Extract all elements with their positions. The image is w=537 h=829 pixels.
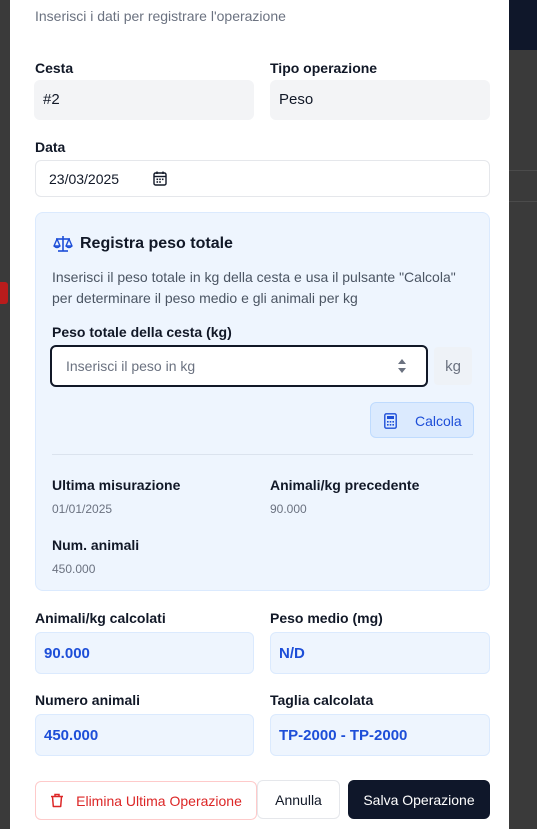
backdrop-row <box>509 170 537 202</box>
weigh-panel: Registra peso totale Inserisci il peso t… <box>35 212 490 591</box>
calculate-button[interactable]: Calcola <box>370 402 474 438</box>
date-value: 23/03/2025 <box>49 171 120 187</box>
weigh-panel-title: Registra peso totale <box>80 235 233 252</box>
delete-last-operation-button[interactable]: Elimina Ultima Operazione <box>35 781 257 820</box>
delete-button-label: Elimina Ultima Operazione <box>76 792 242 809</box>
spinner-icon[interactable] <box>396 356 408 376</box>
backdrop-right <box>509 50 537 829</box>
size-label: Taglia calcolata <box>270 692 374 708</box>
basket-label: Cesta <box>35 60 74 76</box>
weight-label: Peso totale della cesta (kg) <box>52 324 232 340</box>
operation-type-label: Tipo operazione <box>270 60 378 76</box>
weight-unit: kg <box>434 347 472 385</box>
divider <box>52 454 473 455</box>
calculate-button-label: Calcola <box>415 413 462 429</box>
backdrop-left <box>0 0 10 829</box>
basket-field: #2 <box>34 80 254 120</box>
operation-dialog: Inserisci i dati per registrare l'operaz… <box>10 0 509 829</box>
date-label: Data <box>35 139 66 155</box>
avg-weight-field: N/D <box>270 632 490 674</box>
save-operation-button[interactable]: Salva Operazione <box>348 780 490 819</box>
num-animals-label: Num. animali <box>52 537 140 553</box>
animal-count-label: Numero animali <box>35 692 141 708</box>
backdrop-header-right <box>509 0 537 50</box>
calendar-icon[interactable] <box>153 171 167 186</box>
num-animals-value: 450.000 <box>52 562 96 576</box>
animals-kg-field: 90.000 <box>35 632 254 674</box>
date-input[interactable]: 23/03/2025 <box>35 160 490 197</box>
prev-animals-kg-value: 90.000 <box>270 502 307 516</box>
weight-input[interactable] <box>50 345 428 387</box>
animal-count-field: 450.000 <box>35 714 254 756</box>
avg-weight-label: Peso medio (mg) <box>270 610 383 626</box>
calculator-icon <box>384 413 397 429</box>
operation-type-field: Peso <box>270 80 490 120</box>
scale-icon <box>53 236 73 252</box>
animals-kg-label: Animali/kg calcolati <box>35 610 166 626</box>
last-measurement-label: Ultima misurazione <box>52 477 181 493</box>
dialog-subtitle: Inserisci i dati per registrare l'operaz… <box>35 8 286 24</box>
prev-animals-kg-label: Animali/kg precedente <box>270 477 420 493</box>
cancel-button[interactable]: Annulla <box>257 780 340 819</box>
trash-icon <box>51 793 64 808</box>
last-measurement-value: 01/01/2025 <box>52 502 113 516</box>
weigh-panel-description: Inserisci il peso totale in kg della ces… <box>52 269 456 306</box>
size-field: TP-2000 - TP-2000 <box>270 714 490 756</box>
backdrop-badge <box>0 282 8 304</box>
